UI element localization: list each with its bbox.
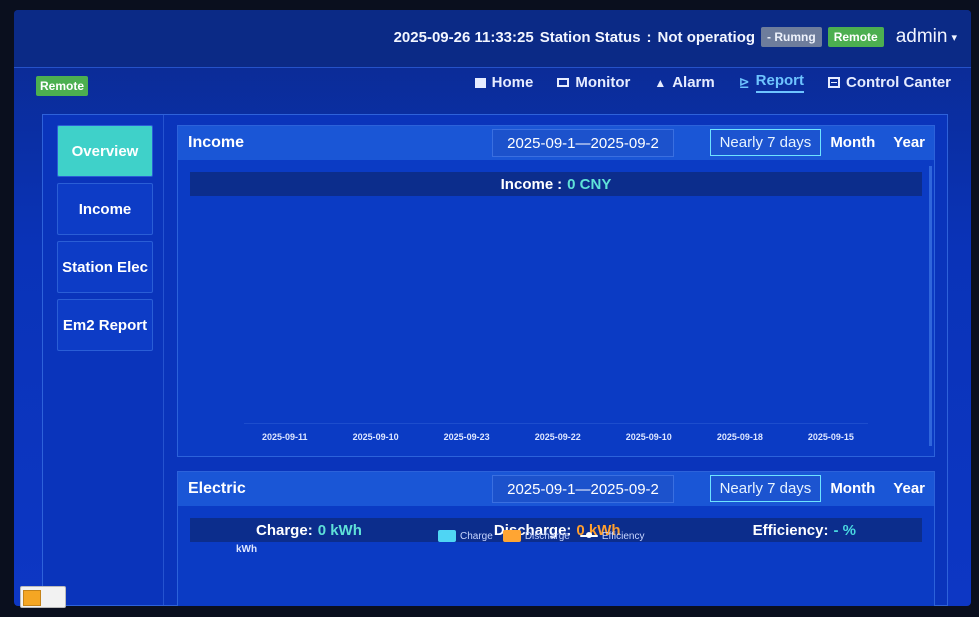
electric-legend: Charge Discharge Efficiency: [438, 530, 644, 542]
station-status-sep: :: [646, 28, 652, 46]
sidebar-item-overview[interactable]: Overview: [57, 125, 153, 177]
nav-control-center[interactable]: Control Canter: [828, 74, 951, 91]
sidebar-item-em2-report[interactable]: Em2 Report: [57, 299, 153, 351]
income-summary-sep: :: [557, 175, 563, 193]
x-tick-label: 2025-09-23: [443, 432, 490, 442]
nav-alarm-label: Alarm: [672, 74, 715, 91]
income-summary-value: 0 CNY: [567, 175, 612, 193]
income-date-range-picker[interactable]: 2025-09-1—2025-09-2: [492, 129, 674, 157]
remote-mode-badge[interactable]: Remote: [827, 27, 884, 47]
income-x-axis: [244, 423, 868, 424]
sidebar-divider: [163, 115, 164, 605]
legend-efficiency[interactable]: Efficiency: [579, 530, 645, 542]
income-summary: Income : 0 CNY: [190, 172, 922, 196]
top-bar: 2025-09-26 11:33:25 Station Status : Not…: [14, 10, 971, 68]
sidebar-item-income[interactable]: Income: [57, 183, 153, 235]
legend-discharge-label: Discharge: [524, 530, 570, 542]
legend-charge[interactable]: Charge: [438, 530, 493, 542]
nav-home[interactable]: Home: [474, 74, 534, 91]
legend-efficiency-label: Efficiency: [601, 530, 645, 542]
x-tick-label: 2025-09-11: [262, 432, 308, 442]
legend-swatch-efficiency: [579, 532, 598, 538]
electric-tab-month[interactable]: Month: [821, 476, 884, 501]
charge-sep: :: [307, 521, 313, 539]
legend-charge-label: Charge: [460, 530, 493, 542]
electric-y-unit: kWh: [236, 544, 258, 555]
station-status-value: Not operatiog: [657, 28, 756, 46]
report-sidebar: Overview Income Station Elec Em2 Report: [57, 125, 153, 351]
electric-range-tabs: Nearly 7 days Month Year: [709, 475, 934, 502]
x-tick-label: 2025-09-10: [625, 432, 672, 442]
electric-title: Electric: [188, 480, 246, 497]
remote-badge[interactable]: Remote: [36, 76, 89, 96]
efficiency-value: - %: [833, 521, 856, 539]
monitor-icon: [557, 78, 570, 87]
efficiency-stat: Efficiency: - %: [753, 522, 856, 539]
income-x-ticks: 2025-09-11 2025-09-10 2025-09-23 2025-09…: [262, 432, 854, 442]
nav-monitor-label: Monitor: [575, 74, 631, 91]
nav-control-center-label: Control Canter: [846, 74, 951, 91]
charge-value: 0 kWh: [317, 521, 362, 539]
x-tick-label: 2025-09-10: [352, 432, 399, 442]
income-tab-month[interactable]: Month: [821, 130, 884, 155]
nav-monitor[interactable]: Monitor: [557, 74, 630, 91]
income-scrollbar[interactable]: [929, 166, 932, 446]
home-icon: [474, 77, 486, 88]
status-line: 2025-09-26 11:33:25 Station Status : Not…: [394, 26, 957, 48]
main-nav: Home Monitor ▲ Alarm ⊵ Report Control Ca…: [474, 72, 951, 93]
sidebar-item-station-elec[interactable]: Station Elec: [57, 241, 153, 293]
nav-alarm[interactable]: ▲ Alarm: [654, 74, 714, 91]
x-tick-label: 2025-09-18: [716, 432, 763, 442]
running-status-badge: - Rumng: [761, 27, 822, 47]
alarm-icon: ▲: [654, 75, 667, 90]
control-center-icon: [828, 77, 840, 88]
report-icon: ⊵: [738, 74, 750, 90]
income-panel-header: Income 2025-09-1—2025-09-2 Nearly 7 days…: [178, 126, 934, 160]
user-name: admin: [895, 26, 948, 47]
charge-stat: Charge: 0 kWh: [256, 522, 362, 539]
income-title: Income: [188, 134, 245, 151]
nav-home-label: Home: [491, 74, 534, 91]
legend-discharge[interactable]: Discharge: [502, 530, 570, 542]
income-tab-year[interactable]: Year: [884, 130, 934, 155]
datetime: 2025-09-26 11:33:25: [393, 28, 534, 46]
chevron-down-icon: ▾: [951, 31, 957, 44]
income-panel: Income 2025-09-1—2025-09-2 Nearly 7 days…: [177, 125, 935, 457]
income-summary-label: Income: [500, 175, 554, 193]
station-status-label: Station Status: [539, 28, 641, 46]
x-tick-label: 2025-09-15: [807, 432, 854, 442]
x-tick-label: 2025-09-22: [534, 432, 581, 442]
legend-swatch-charge: [438, 530, 456, 542]
nav-report-label: Report: [755, 72, 804, 93]
report-content: Overview Income Station Elec Em2 Report …: [42, 114, 948, 606]
electric-tab-nearly-7-days[interactable]: Nearly 7 days: [709, 475, 822, 502]
income-tab-nearly-7-days[interactable]: Nearly 7 days: [709, 129, 822, 156]
legend-swatch-discharge: [502, 530, 521, 542]
electric-panel-header: Electric 2025-09-1—2025-09-2 Nearly 7 da…: [178, 472, 934, 506]
electric-tab-year[interactable]: Year: [884, 476, 934, 501]
user-menu[interactable]: admin ▾: [896, 26, 957, 48]
efficiency-sep: :: [823, 521, 829, 539]
income-range-tabs: Nearly 7 days Month Year: [709, 129, 934, 156]
electric-date-range-picker[interactable]: 2025-09-1—2025-09-2: [492, 475, 674, 503]
app-screen: 2025-09-26 11:33:25 Station Status : Not…: [14, 10, 971, 606]
efficiency-label: Efficiency: [752, 521, 824, 539]
charge-label: Charge: [256, 521, 308, 539]
electric-panel: Electric 2025-09-1—2025-09-2 Nearly 7 da…: [177, 471, 935, 606]
nav-report[interactable]: ⊵ Report: [739, 72, 804, 93]
corner-toggle-button[interactable]: [20, 586, 66, 608]
